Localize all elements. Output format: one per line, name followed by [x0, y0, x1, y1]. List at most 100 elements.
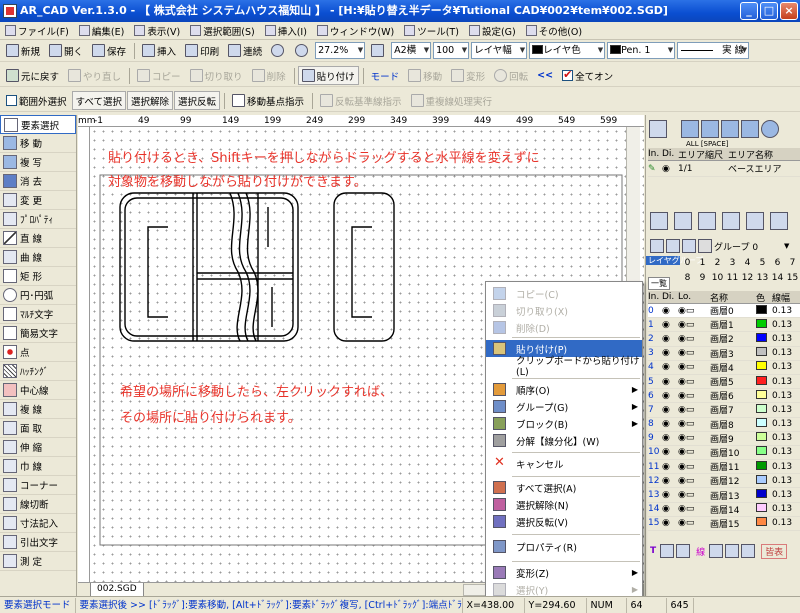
- collapse-arrows-icon[interactable]: <<: [533, 66, 557, 85]
- context-menu-item[interactable]: 切り取り(X): [486, 302, 642, 319]
- minimize-button[interactable]: _: [740, 2, 758, 20]
- context-menu-item[interactable]: 選択反転(V): [486, 513, 642, 530]
- layer-color[interactable]: [756, 403, 772, 416]
- shape-wave-3[interactable]: [245, 192, 259, 342]
- eye-icon[interactable]: ◉: [662, 476, 678, 486]
- context-menu-item[interactable]: 削除(D): [486, 319, 642, 336]
- area-add-icon[interactable]: [650, 212, 668, 230]
- shape-bracket-right[interactable]: [351, 226, 372, 318]
- maximize-button[interactable]: □: [760, 2, 778, 20]
- lock-icon[interactable]: ◉▭: [678, 518, 710, 528]
- tool-property[interactable]: ﾌﾟﾛﾊﾟﾃｨ: [0, 210, 76, 229]
- layer-color[interactable]: [756, 418, 772, 430]
- lock-icon[interactable]: ◉▭: [678, 362, 710, 372]
- menu-view[interactable]: 表示(V): [129, 22, 185, 39]
- tool-move[interactable]: 移 動: [0, 134, 76, 153]
- redo-button[interactable]: やり直し: [64, 66, 125, 85]
- lock-icon[interactable]: ◉▭: [678, 490, 710, 500]
- layer-color[interactable]: [756, 332, 772, 345]
- lock-icon[interactable]: ◉▭: [678, 419, 710, 429]
- lock-icon[interactable]: ◉▭: [678, 348, 710, 358]
- zoom-out-button[interactable]: [291, 41, 314, 60]
- context-menu-item[interactable]: 変形(Z) ▶: [486, 564, 642, 581]
- lock-icon[interactable]: ◉▭: [678, 320, 710, 330]
- lock-icon[interactable]: ◉▭: [678, 334, 710, 344]
- tool-leader-text[interactable]: 引出文字: [0, 533, 76, 552]
- eye-icon[interactable]: ◉: [662, 306, 678, 316]
- tool-parallel-line[interactable]: 複 線: [0, 400, 76, 419]
- layer-row[interactable]: 8 ◉ ◉▭ 画層8 0.13: [648, 418, 800, 432]
- tool-chamfer[interactable]: 面 取: [0, 419, 76, 438]
- eye-icon[interactable]: ◉: [662, 447, 678, 457]
- eye-icon[interactable]: ◉: [662, 405, 678, 415]
- menu-edit[interactable]: 編集(E): [74, 22, 129, 39]
- select-all-button[interactable]: すべて選択: [71, 91, 126, 110]
- cut-button[interactable]: 切り取り: [186, 66, 247, 85]
- tool-center-line[interactable]: 中心線: [0, 381, 76, 400]
- tool-corner[interactable]: コーナー: [0, 476, 76, 495]
- tool-point[interactable]: 点: [0, 343, 76, 362]
- drawing-elements[interactable]: [119, 192, 395, 342]
- layer-row[interactable]: 10 ◉ ◉▭ 画層10 0.13: [648, 446, 800, 461]
- tool-simple-text[interactable]: 簡易文字: [0, 324, 76, 343]
- eye-icon[interactable]: ◉: [662, 334, 678, 344]
- menu-settings[interactable]: 設定(G): [464, 22, 521, 39]
- layer-color-select[interactable]: レイヤ色: [529, 42, 606, 59]
- eye-icon[interactable]: ◉: [662, 164, 678, 174]
- eye-icon[interactable]: ◉: [662, 504, 678, 514]
- zoom-in-button[interactable]: [267, 41, 290, 60]
- lock-icon[interactable]: ◉▭: [678, 405, 710, 415]
- layer-color[interactable]: [756, 474, 772, 487]
- menu-other[interactable]: その他(O): [521, 22, 587, 39]
- layer-color[interactable]: [756, 446, 772, 458]
- context-menu-item[interactable]: グループ(G) ▶: [486, 398, 642, 415]
- menu-window[interactable]: ウィンドウ(W): [312, 22, 399, 39]
- group-number[interactable]: 2: [710, 256, 725, 271]
- layer-color[interactable]: [756, 517, 772, 529]
- layer-icon[interactable]: [741, 544, 756, 558]
- layer-color[interactable]: [756, 347, 772, 359]
- snap-arc-icon[interactable]: [741, 120, 759, 138]
- layer-row[interactable]: 6 ◉ ◉▭ 画層6 0.13: [648, 389, 800, 404]
- tool-rectangle[interactable]: 矩 形: [0, 267, 76, 286]
- layer-color[interactable]: [756, 432, 772, 444]
- linetype-select[interactable]: 実 線: [677, 42, 750, 59]
- shape-bracket-left[interactable]: [147, 226, 168, 318]
- context-menu-item[interactable]: プロパティ(R): [486, 538, 642, 555]
- layer-color[interactable]: [756, 489, 772, 501]
- paste-button[interactable]: 貼り付け: [297, 66, 359, 85]
- mode-button[interactable]: モード: [367, 66, 404, 85]
- group-number[interactable]: 5: [755, 256, 770, 271]
- group-number[interactable]: 4: [740, 256, 755, 271]
- rotate-button[interactable]: 回転: [490, 66, 532, 85]
- layer-row[interactable]: 5 ◉ ◉▭ 画層5 0.13: [648, 375, 800, 390]
- eye-icon[interactable]: ◉: [662, 518, 678, 528]
- save-button[interactable]: 保存: [88, 41, 130, 60]
- eye-icon[interactable]: ◉: [662, 462, 678, 472]
- tool-erase[interactable]: 消 去: [0, 172, 76, 191]
- move-base-button[interactable]: 移動基点指示: [228, 91, 308, 110]
- menu-selection[interactable]: 選択範囲(S): [185, 22, 259, 39]
- lock-icon[interactable]: [676, 544, 691, 558]
- eye-icon[interactable]: ◉: [662, 362, 678, 372]
- tool-change[interactable]: 変 更: [0, 191, 76, 210]
- new-button[interactable]: 新規: [2, 41, 44, 60]
- copy-button[interactable]: コピー: [133, 66, 185, 85]
- layer-t-icon[interactable]: T: [650, 546, 656, 556]
- pen-select[interactable]: Pen. 1: [607, 42, 676, 59]
- area-row[interactable]: ✎ ◉ 1/1 ベースエリア: [648, 161, 800, 177]
- lock-icon[interactable]: [725, 544, 740, 558]
- group-number[interactable]: 1: [695, 256, 710, 271]
- tool-circle[interactable]: 円･円弧: [0, 286, 76, 305]
- layer-color[interactable]: [756, 304, 772, 317]
- context-menu-item[interactable]: ブロック(B) ▶: [486, 415, 642, 432]
- overlap-process-button[interactable]: 重複線処理実行: [407, 91, 497, 110]
- visibility-icon[interactable]: [709, 544, 724, 558]
- tool-line[interactable]: 直 線: [0, 229, 76, 248]
- group-number[interactable]: 3: [725, 256, 740, 271]
- layer-row[interactable]: 3 ◉ ◉▭ 画層3 0.13: [648, 347, 800, 361]
- shape-wave-1[interactable]: [229, 192, 243, 342]
- tool-multi-text[interactable]: ﾏﾙﾁ文字: [0, 305, 76, 324]
- tool-curve[interactable]: 曲 線: [0, 248, 76, 267]
- layer-color[interactable]: [756, 460, 772, 473]
